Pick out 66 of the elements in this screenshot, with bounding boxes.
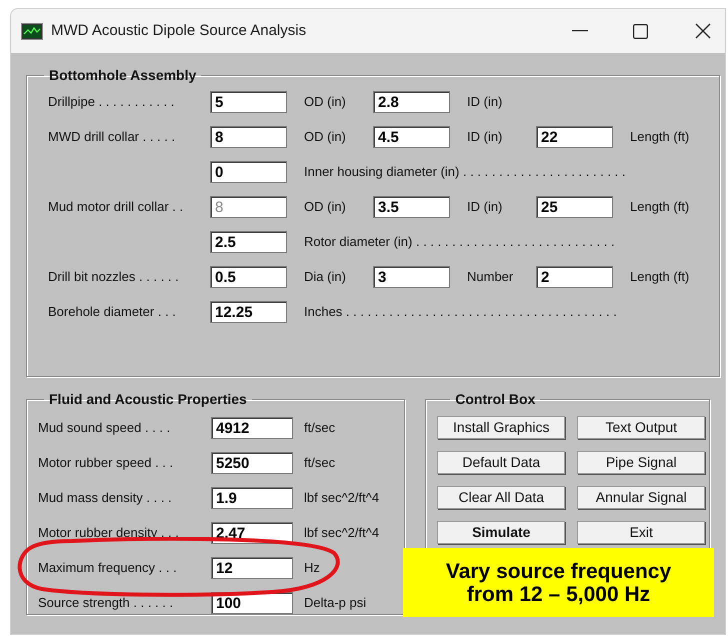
field-label: MWD drill collar . . . . . bbox=[48, 128, 176, 146]
unit-label: lbf sec^2/ft^4 bbox=[303, 524, 380, 542]
minimize-icon[interactable] bbox=[572, 30, 588, 32]
callout-text: Vary source frequency bbox=[446, 560, 672, 582]
unit-label: Dia (in) bbox=[303, 268, 347, 286]
unit-label: Delta-p psi bbox=[303, 594, 366, 612]
unit-label: Rotor diameter (in) . . . . . . . . . . . . . . . . . . . . . . . . . . . . bbox=[303, 232, 615, 251]
input-field[interactable]: 12.25 bbox=[210, 300, 287, 322]
action-button[interactable]: Clear All Data bbox=[437, 486, 566, 509]
unit-label: ID (in) bbox=[466, 128, 504, 146]
unit-label: ft/sec bbox=[303, 418, 336, 437]
unit-label: Hz bbox=[303, 558, 320, 577]
action-button[interactable]: Text Output bbox=[577, 416, 706, 439]
input-field[interactable]: 25 bbox=[536, 196, 613, 218]
input-field[interactable]: 4912 bbox=[211, 416, 293, 438]
unit-label: Inner housing diameter (in) . . . . . . . . . . . . . . . . . . . . . . . bbox=[303, 162, 626, 181]
input-field[interactable]: 5 bbox=[210, 90, 287, 112]
field-label: Motor rubber speed . . . bbox=[38, 454, 174, 472]
input-field[interactable]: 3.5 bbox=[373, 196, 450, 218]
field-label: Source strength . . . . . . bbox=[38, 594, 174, 612]
field-label: Drill bit nozzles . . . . . . bbox=[48, 268, 179, 286]
field-label: Mud mass density . . . . bbox=[38, 488, 173, 507]
app-icon bbox=[21, 22, 43, 40]
group-title: Control Box bbox=[454, 390, 536, 409]
input-field[interactable]: 0.5 bbox=[210, 266, 287, 288]
window-title: MWD Acoustic Dipole Source Analysis bbox=[51, 20, 306, 41]
unit-label: ID (in) bbox=[466, 92, 502, 111]
action-button[interactable]: Annular Signal bbox=[577, 486, 706, 509]
input-field[interactable]: 8 bbox=[210, 126, 287, 148]
action-button[interactable]: Simulate bbox=[437, 521, 566, 544]
unit-label: Inches . . . . . . . . . . . . . . . . . . . . . . . . . . . . . . . . . . . . . . bbox=[303, 302, 617, 321]
unit-label: lbf sec^2/ft^4 bbox=[303, 488, 380, 507]
input-field[interactable]: 3 bbox=[373, 266, 450, 288]
input-field[interactable]: 2.8 bbox=[373, 90, 450, 112]
field-label: Mud motor drill collar . . bbox=[48, 198, 184, 216]
field-label: Motor rubber density . . . bbox=[38, 524, 180, 542]
action-button[interactable]: Exit bbox=[577, 521, 706, 544]
close-icon[interactable] bbox=[695, 23, 711, 39]
maximize-icon[interactable] bbox=[633, 24, 648, 38]
input-field[interactable]: 5250 bbox=[211, 452, 293, 474]
action-button[interactable]: Install Graphics bbox=[437, 416, 566, 439]
field-label: Borehole diameter . . . bbox=[48, 302, 176, 321]
field-label: Mud sound speed . . . . bbox=[38, 418, 172, 437]
unit-label: Number bbox=[466, 268, 514, 286]
input-field[interactable]: 12 bbox=[211, 556, 293, 578]
input-field[interactable]: 4.5 bbox=[373, 126, 450, 148]
callout-text: from 12 – 5,000 Hz bbox=[466, 582, 650, 606]
unit-label: Length (ft) bbox=[629, 128, 690, 146]
input-field[interactable]: 2 bbox=[536, 266, 613, 288]
unit-label: OD (in) bbox=[303, 128, 347, 146]
input-field[interactable]: 2.5 bbox=[210, 230, 287, 252]
unit-label: OD (in) bbox=[303, 198, 347, 216]
input-field[interactable]: 1.9 bbox=[211, 486, 293, 508]
unit-label: ID (in) bbox=[466, 198, 504, 216]
unit-label: Length (ft) bbox=[629, 198, 690, 216]
unit-label: OD (in) bbox=[303, 92, 347, 111]
unit-label: Length (ft) bbox=[629, 268, 690, 286]
group-title: Fluid and Acoustic Properties bbox=[48, 390, 248, 409]
unit-label: ft/sec bbox=[303, 454, 336, 472]
field-label: Maximum frequency . . . bbox=[38, 558, 178, 577]
field-label: Drillpipe . . . . . . . . . . . bbox=[48, 92, 174, 111]
group-title: Bottomhole Assembly bbox=[48, 66, 198, 85]
input-field[interactable]: 0 bbox=[210, 160, 287, 182]
input-field[interactable]: 22 bbox=[536, 126, 613, 148]
action-button[interactable]: Default Data bbox=[437, 451, 566, 474]
action-button[interactable]: Pipe Signal bbox=[577, 451, 706, 474]
